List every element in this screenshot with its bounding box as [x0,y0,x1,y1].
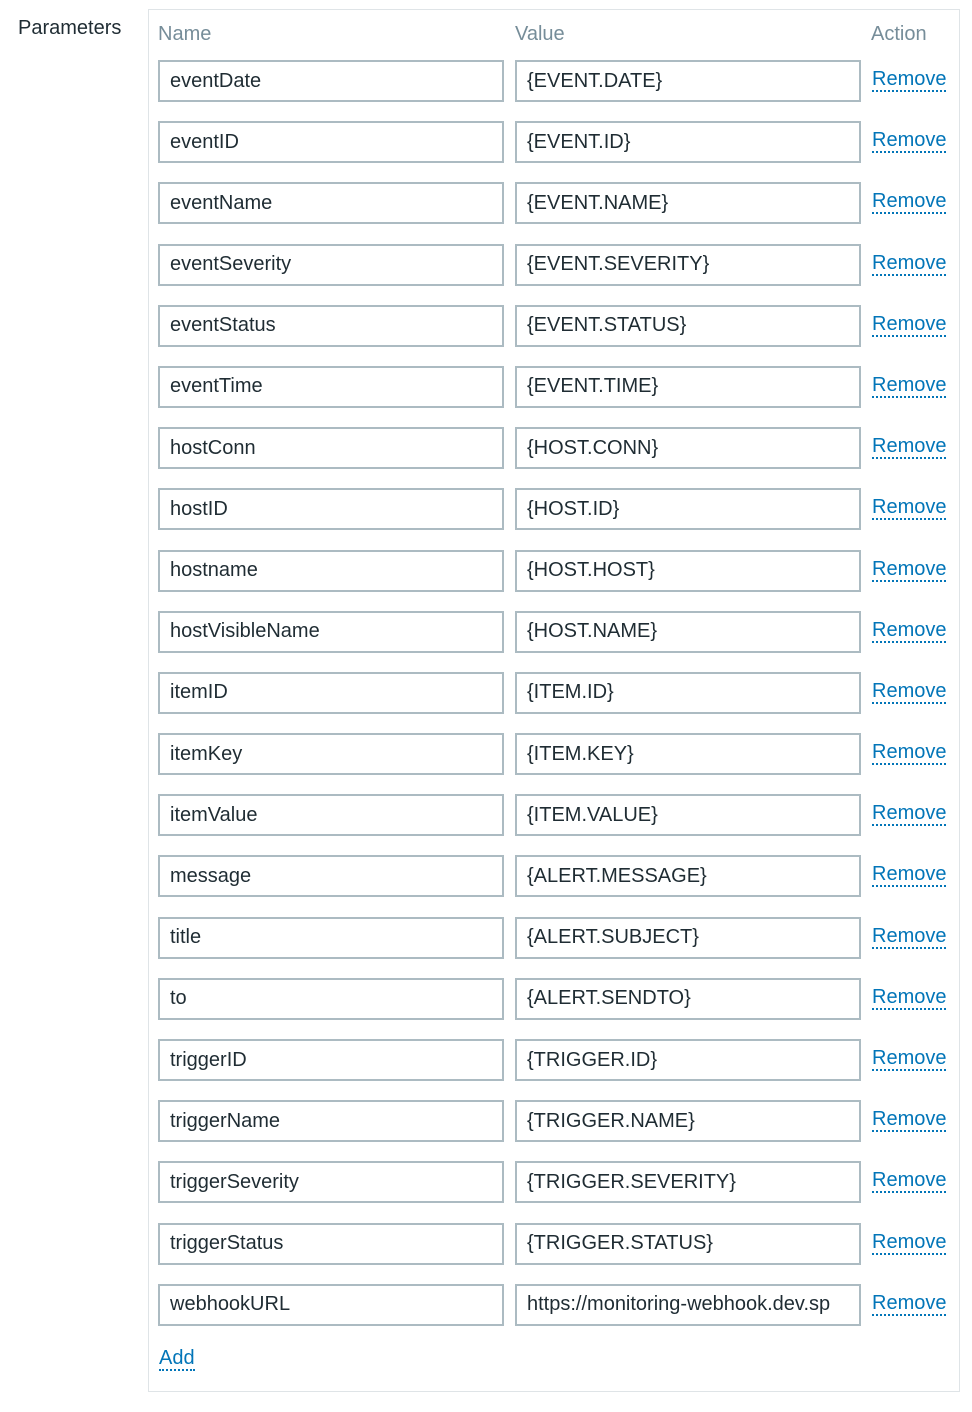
parameter-value-input[interactable] [515,855,861,898]
parameter-name-input[interactable] [158,977,504,1020]
remove-parameter-link[interactable]: Remove [872,68,947,92]
parameter-name-input[interactable] [158,549,504,592]
parameter-name-input[interactable] [158,855,504,898]
table-row: Remove [149,671,959,733]
table-row: Remove [149,733,959,794]
remove-parameter-link[interactable]: Remove [872,802,947,827]
parameter-name-input[interactable] [158,182,504,225]
table-row: Remove [149,1283,959,1345]
remove-parameter-link[interactable]: Remove [872,619,947,643]
parameter-name-input[interactable] [158,1161,504,1204]
parameter-value-input[interactable] [515,488,861,531]
remove-parameter-link[interactable]: Remove [872,313,947,337]
table-row: Remove [149,1161,959,1222]
parameter-value-input[interactable] [515,427,861,470]
parameter-value-input[interactable] [515,304,861,347]
remove-parameter-link[interactable]: Remove [872,435,947,460]
table-row: Remove [149,916,959,978]
parameter-name-input[interactable] [158,610,504,653]
table-row: Remove [149,427,959,488]
table-row: Remove [149,610,959,672]
table-row: Remove [149,1100,959,1161]
parameter-value-input[interactable] [515,671,861,714]
parameter-name-input[interactable] [158,671,504,714]
table-header: Name Value Action [149,10,959,58]
table-row: Remove [149,549,959,611]
remove-parameter-link[interactable]: Remove [872,374,947,398]
table-row: Remove [149,855,959,916]
column-header-name: Name [158,23,212,45]
parameter-value-input[interactable] [515,977,861,1020]
table-row: Remove [149,365,959,427]
remove-parameter-link[interactable]: Remove [872,741,947,766]
remove-parameter-link[interactable]: Remove [872,680,947,704]
table-row: Remove [149,1039,959,1100]
parameter-value-input[interactable] [515,243,861,286]
remove-parameter-link[interactable]: Remove [872,925,947,949]
remove-parameter-link[interactable]: Remove [872,558,947,582]
table-row: Remove [149,794,959,855]
column-header-action: Action [871,23,927,45]
parameters-table: Name Value Action RemoveRemoveRemoveRemo… [148,9,960,1392]
parameter-name-input[interactable] [158,1039,504,1081]
parameter-value-input[interactable] [515,794,861,837]
parameter-name-input[interactable] [158,121,504,164]
parameter-value-input[interactable] [515,182,861,225]
parameter-rows: Remove Remove Remove Remove Remove Remove Remo… [149,60,959,1345]
parameter-value-input[interactable] [515,916,861,959]
remove-parameter-link[interactable]: Remove [872,1108,947,1133]
table-row: Remove [149,121,959,182]
table-row: Remove [149,60,959,121]
parameter-name-input[interactable] [158,488,504,531]
parameter-name-input[interactable] [158,427,504,470]
parameter-name-input[interactable] [158,304,504,347]
table-row: Remove [149,1222,959,1284]
remove-parameter-link[interactable]: Remove [872,496,947,521]
parameter-name-input[interactable] [158,1283,504,1326]
table-row: Remove [149,304,959,366]
parameter-value-input[interactable] [515,60,861,102]
table-row: Remove [149,182,959,243]
parameter-value-input[interactable] [515,1161,861,1204]
parameter-name-input[interactable] [158,733,504,776]
add-parameter-link[interactable]: Add [159,1347,195,1371]
remove-parameter-link[interactable]: Remove [872,986,947,1010]
parameter-name-input[interactable] [158,1222,504,1265]
parameter-name-input[interactable] [158,1100,504,1143]
parameter-value-input[interactable] [515,1039,861,1081]
section-label-parameters: Parameters [18,17,122,39]
table-row: Remove [149,243,959,305]
parameter-value-input[interactable] [515,549,861,592]
parameter-name-input[interactable] [158,916,504,959]
remove-parameter-link[interactable]: Remove [872,1169,947,1194]
parameter-name-input[interactable] [158,60,504,102]
remove-parameter-link[interactable]: Remove [872,129,947,154]
parameter-value-input[interactable] [515,1222,861,1265]
parameter-value-input[interactable] [515,733,861,776]
parameter-value-input[interactable] [515,1283,861,1326]
remove-parameter-link[interactable]: Remove [872,863,947,888]
remove-parameter-link[interactable]: Remove [872,1292,947,1316]
table-row: Remove [149,977,959,1039]
parameter-value-input[interactable] [515,1100,861,1143]
table-row: Remove [149,488,959,549]
column-header-value: Value [515,23,565,45]
parameter-value-input[interactable] [515,121,861,164]
parameter-name-input[interactable] [158,365,504,408]
parameter-name-input[interactable] [158,794,504,837]
remove-parameter-link[interactable]: Remove [872,190,947,215]
parameter-value-input[interactable] [515,365,861,408]
parameter-value-input[interactable] [515,610,861,653]
parameter-name-input[interactable] [158,243,504,286]
remove-parameter-link[interactable]: Remove [872,1047,947,1071]
remove-parameter-link[interactable]: Remove [872,1231,947,1255]
remove-parameter-link[interactable]: Remove [872,252,947,276]
